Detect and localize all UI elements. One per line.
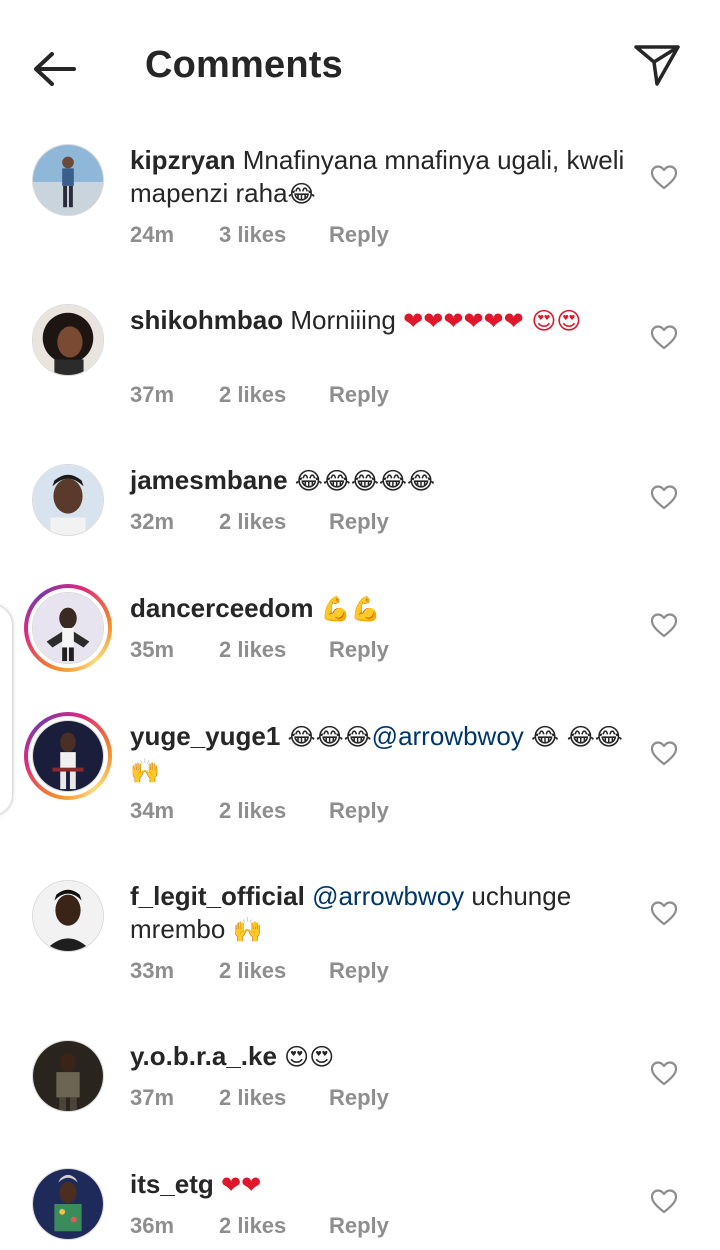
share-button[interactable] <box>630 40 684 90</box>
reply-button[interactable]: Reply <box>329 1085 389 1111</box>
comment-username[interactable]: shikohmbao <box>130 305 283 335</box>
comment-text: jamesmbane 😂😂😂😂😂 <box>130 464 630 498</box>
mention-link[interactable]: @arrowbwoy <box>312 881 464 911</box>
comment-time: 32m <box>130 509 175 534</box>
comment-time: 35m <box>130 637 175 662</box>
avatar-with-story-ring[interactable] <box>24 584 112 672</box>
mention-link[interactable]: @arrowbwoy <box>372 721 524 751</box>
reply-button[interactable]: Reply <box>329 509 389 535</box>
comment-emoji: 🙌 <box>232 916 263 944</box>
comment-time: 36m <box>130 1213 175 1238</box>
reply-button[interactable]: Reply <box>329 798 389 824</box>
reply-button[interactable]: Reply <box>329 637 389 663</box>
comment-text: its_etg ❤❤ <box>130 1168 630 1202</box>
heart-outline-icon <box>650 485 678 510</box>
comment-emoji: ❤❤❤❤❤❤ 😍😍 <box>403 307 582 335</box>
like-button[interactable] <box>650 740 678 766</box>
comment-emoji: 😂😂😂😂😂 <box>294 467 435 495</box>
likes-count[interactable]: 2 likes <box>219 798 286 824</box>
avatar-with-story-ring[interactable] <box>24 712 112 800</box>
heart-outline-icon <box>650 165 678 190</box>
comment-emoji: 😂😂😂 <box>287 723 372 751</box>
heart-outline-icon <box>650 1189 678 1214</box>
comment-username[interactable]: jamesmbane <box>130 465 288 495</box>
heart-outline-icon <box>650 325 678 350</box>
comment-time: 37m <box>130 382 175 407</box>
comment-text: kipzryan Mnafinyana mnafinya ugali, kwel… <box>130 144 630 211</box>
comment-body: Morniiing <box>290 305 396 335</box>
likes-count[interactable]: 2 likes <box>219 382 286 408</box>
comment-username[interactable]: its_etg <box>130 1169 214 1199</box>
edge-drawer-handle[interactable] <box>0 605 12 815</box>
comment-username[interactable]: f_legit_official <box>130 881 305 911</box>
likes-count[interactable]: 2 likes <box>219 958 286 984</box>
comment-emoji: 😂 <box>287 180 316 208</box>
comment-text: shikohmbao Morniiing ❤❤❤❤❤❤ 😍😍 <box>130 304 630 338</box>
reply-button[interactable]: Reply <box>329 382 389 408</box>
like-button[interactable] <box>650 1060 678 1086</box>
like-button[interactable] <box>650 164 678 190</box>
comment-text: yuge_yuge1 😂😂😂@arrowbwoy 😂 😂😂🙌 <box>130 720 630 788</box>
comment-username[interactable]: y.o.b.r.a_.ke <box>130 1041 277 1071</box>
like-button[interactable] <box>650 1188 678 1214</box>
likes-count[interactable]: 2 likes <box>219 1213 286 1239</box>
header: Comments <box>0 0 720 130</box>
comment-username[interactable]: yuge_yuge1 <box>130 721 280 751</box>
like-button[interactable] <box>650 324 678 350</box>
comment-username[interactable]: dancerceedom <box>130 593 314 623</box>
comment-emoji: 😍😍 <box>284 1043 335 1071</box>
comment-time: 33m <box>130 958 175 983</box>
heart-outline-icon <box>650 741 678 766</box>
like-button[interactable] <box>650 484 678 510</box>
avatar[interactable] <box>32 464 104 536</box>
reply-button[interactable]: Reply <box>329 958 389 984</box>
comment-emoji: ❤❤ <box>221 1171 262 1199</box>
likes-count[interactable]: 2 likes <box>219 1085 286 1111</box>
likes-count[interactable]: 2 likes <box>219 637 286 663</box>
page-title: Comments <box>145 44 343 86</box>
avatar[interactable] <box>32 1168 104 1240</box>
comment-text: f_legit_official @arrowbwoy uchunge mrem… <box>130 880 630 947</box>
comment-time: 24m <box>130 222 175 247</box>
paper-plane-icon <box>634 45 680 86</box>
heart-outline-icon <box>650 613 678 638</box>
comment-text: y.o.b.r.a_.ke 😍😍 <box>130 1040 630 1074</box>
like-button[interactable] <box>650 900 678 926</box>
comment-username[interactable]: kipzryan <box>130 145 236 175</box>
heart-outline-icon <box>650 1061 678 1086</box>
arrow-left-icon <box>34 52 76 86</box>
likes-count[interactable]: 3 likes <box>219 222 286 248</box>
comment-time: 34m <box>130 798 175 823</box>
avatar[interactable] <box>32 304 104 376</box>
comment-time: 37m <box>130 1085 175 1110</box>
avatar[interactable] <box>32 144 104 216</box>
comment-text: dancerceedom 💪💪 <box>130 592 630 626</box>
like-button[interactable] <box>650 612 678 638</box>
back-button[interactable] <box>28 44 84 94</box>
reply-button[interactable]: Reply <box>329 222 389 248</box>
heart-outline-icon <box>650 901 678 926</box>
avatar[interactable] <box>32 1040 104 1112</box>
comments-screen: Comments kipzryan Mnafinyana mnafinya ug… <box>0 0 720 1250</box>
comment-emoji: 💪💪 <box>320 595 381 623</box>
likes-count[interactable]: 2 likes <box>219 509 286 535</box>
avatar[interactable] <box>32 880 104 952</box>
reply-button[interactable]: Reply <box>329 1213 389 1239</box>
